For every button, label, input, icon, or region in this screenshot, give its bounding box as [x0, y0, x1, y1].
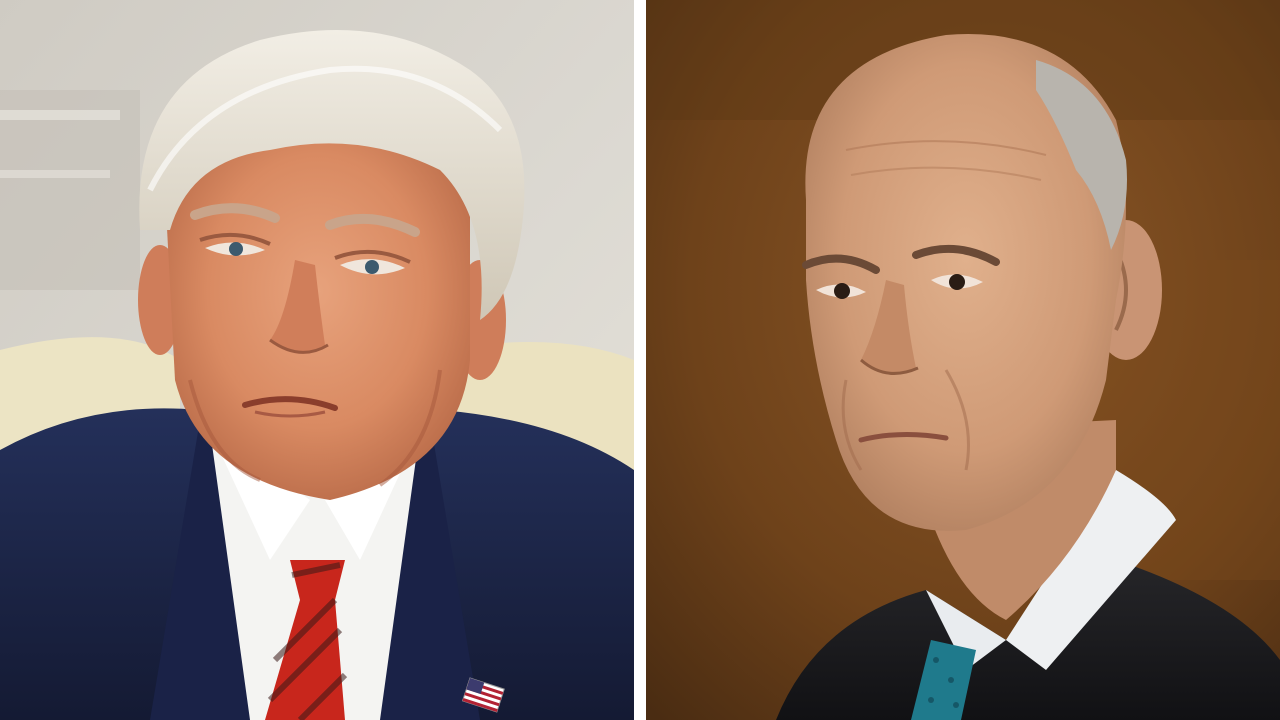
left-portrait-illustration: [0, 0, 634, 720]
right-photo-panel: [646, 0, 1280, 720]
split-photo-frame: [0, 0, 1280, 720]
right-portrait-illustration: [646, 0, 1280, 720]
panel-divider: [634, 0, 646, 720]
left-photo-panel: [0, 0, 634, 720]
